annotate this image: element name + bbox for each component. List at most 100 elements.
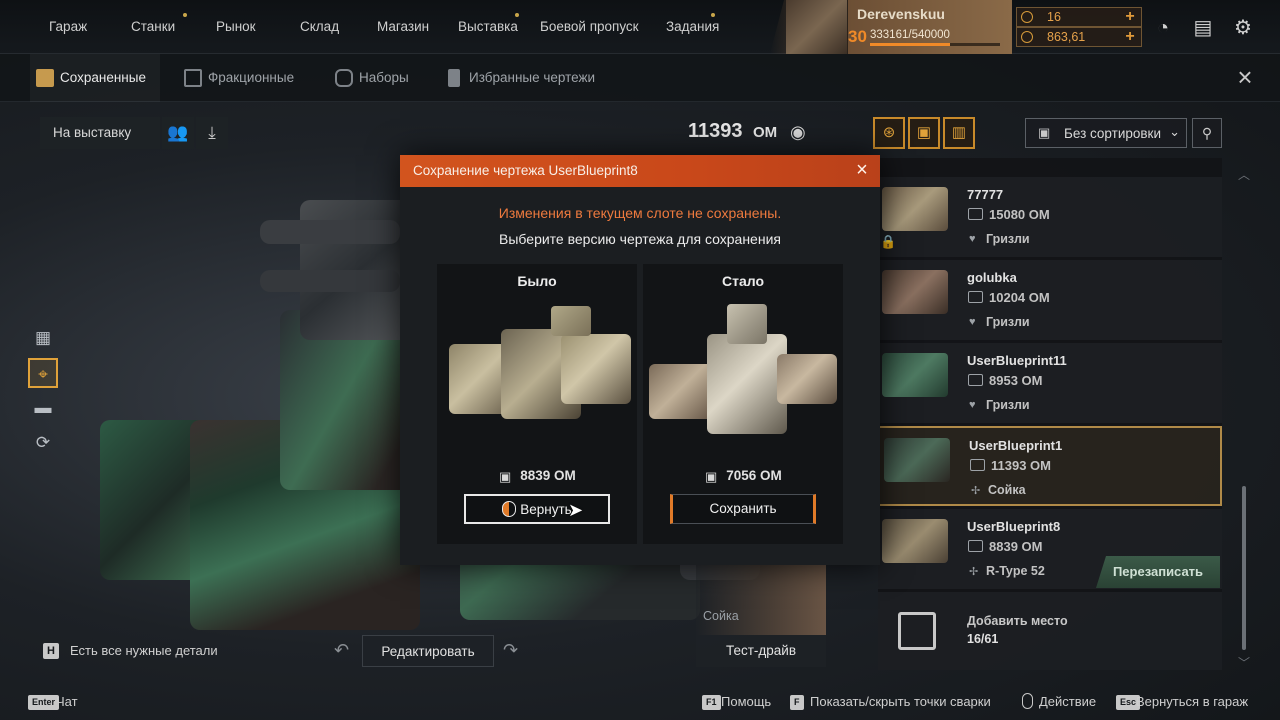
notification-dot [183, 13, 187, 17]
unsaved-warning: Изменения в текущем слоте не сохранены. [498, 205, 782, 221]
close-icon[interactable]: × [852, 160, 872, 180]
footer-chat[interactable]: Чат [56, 694, 78, 709]
blueprint-thumbnail [882, 187, 948, 231]
player-avatar [786, 0, 848, 54]
mouse-icon [502, 501, 517, 517]
cabin-icon: ✢ [969, 566, 979, 578]
bookmark-icon [448, 69, 460, 87]
player-level: 30 [848, 27, 867, 46]
blueprint-power: 11393 ОМ [991, 458, 1051, 473]
blueprint-cabin: Сойка [988, 483, 1026, 497]
after-title: Стало [721, 273, 764, 289]
add-coins-button[interactable]: + [1122, 9, 1138, 25]
blueprint-power: 15080 ОМ [989, 207, 1050, 222]
footer-toggle-weld-points[interactable]: Показать/скрыть точки сварки [810, 694, 991, 709]
grid-view-icon[interactable]: ▦ [28, 323, 58, 353]
nav-workbenches[interactable]: Станки [131, 19, 175, 34]
before-title: Было [517, 273, 557, 289]
blueprint-cabin: Гризли [986, 315, 1030, 329]
tab-label: Наборы [359, 70, 409, 85]
blueprint-thumbnail [882, 519, 948, 563]
nav-garage[interactable]: Гараж [49, 19, 87, 34]
share-icon[interactable]: 👥 [162, 117, 194, 149]
scrollbar-thumb[interactable] [1242, 486, 1246, 650]
notification-dot [711, 13, 715, 17]
add-slot-button[interactable]: Добавить место 16/61 [878, 592, 1222, 670]
parts-status: Есть все нужные детали [70, 643, 218, 658]
tab-saved[interactable]: Сохраненные [30, 54, 160, 102]
mouse-icon [1022, 693, 1033, 709]
save-blueprint-dialog: Сохранение чертежа UserBlueprint8 × Изме… [400, 155, 880, 565]
filter-icon[interactable]: ⚲ [1192, 118, 1222, 148]
vehicle-parts-icon[interactable]: ▬ [28, 393, 58, 423]
after-vehicle-image [647, 304, 839, 444]
blueprint-power: 10204 ОМ [989, 290, 1050, 305]
nav-challenges[interactable]: Задания [666, 19, 719, 34]
download-icon[interactable]: ⤓ [196, 117, 228, 149]
rotate-view-icon[interactable]: ⟳ [28, 428, 58, 458]
footer-help[interactable]: Помощь [721, 694, 771, 709]
tab-favorite-blueprints[interactable]: Избранные чертежи [439, 54, 595, 102]
eye-icon[interactable]: ◉ [790, 122, 818, 142]
nav-store[interactable]: Магазин [377, 19, 429, 34]
nav-storage[interactable]: Склад [300, 19, 339, 34]
car-icon [968, 374, 983, 386]
exhibit-button[interactable]: На выставку [40, 117, 160, 149]
nav-exhibition[interactable]: Выставка [458, 19, 518, 34]
xp-progress-bar [870, 43, 1000, 46]
badge-balance: 863,61 + [1016, 27, 1142, 47]
redo-icon[interactable]: ↷ [503, 640, 518, 661]
filter-truck-icon[interactable]: ▥ [943, 117, 975, 149]
speedometer-icon[interactable]: ◔ [1150, 15, 1176, 41]
close-icon[interactable]: × [1234, 64, 1256, 90]
scroll-up-icon[interactable]: ︿ [1238, 166, 1250, 183]
add-badges-button[interactable]: + [1122, 29, 1138, 45]
car-icon [968, 540, 983, 552]
blueprint-thumbnail [884, 438, 950, 482]
blueprint-card[interactable]: golubka 10204 ОМ ♥ Гризли [878, 260, 1222, 340]
blueprint-power: 8953 ОМ [989, 373, 1043, 388]
filter-hover-icon[interactable]: ⊛ [873, 117, 905, 149]
blueprint-card[interactable]: 77777 15080 ОМ ♥ Гризли [878, 177, 1222, 257]
coin-icon [1021, 11, 1033, 23]
hotkey-badge: Enter [28, 695, 60, 710]
blueprint-card[interactable]: UserBlueprint11 8953 ОМ ♥ Гризли [878, 343, 1222, 423]
coin-value: 16 [1047, 10, 1061, 24]
footer-action[interactable]: Действие [1039, 694, 1096, 709]
car-icon [968, 208, 983, 220]
sort-label: Без сортировки [1064, 126, 1161, 141]
faction-icon [184, 69, 202, 87]
revert-button[interactable]: Вернуть [464, 494, 610, 524]
coin-balance: 16 + [1016, 7, 1142, 27]
blueprint-card-selected[interactable]: UserBlueprint1 11393 ОМ ✢ Сойка [878, 426, 1222, 506]
weld-points-icon[interactable]: ⌖ [28, 358, 58, 388]
tab-kits[interactable]: Наборы [329, 54, 409, 102]
save-button[interactable]: Сохранить [670, 494, 816, 524]
cabin-icon: ♥ [969, 316, 976, 328]
scroll-down-icon[interactable]: ﹀ [1238, 654, 1250, 671]
chat-icon[interactable]: ▤ [1190, 15, 1216, 41]
blueprint-thumbnail [882, 353, 948, 397]
cabin-icon: ♥ [969, 399, 976, 411]
badge-icon [1021, 31, 1033, 43]
tab-faction[interactable]: Фракционные [178, 54, 294, 102]
hover-icon [968, 291, 983, 303]
filter-car-icon[interactable]: ▣ [908, 117, 940, 149]
dialog-title: Сохранение чертежа UserBlueprint8 [413, 163, 638, 178]
undo-icon[interactable]: ↶ [334, 640, 349, 661]
nav-market[interactable]: Рынок [216, 19, 256, 34]
edit-button[interactable]: Редактировать [362, 635, 494, 667]
blueprint-thumbnail [882, 270, 948, 314]
xp-progress-fill [870, 43, 951, 46]
footer-return-garage[interactable]: Вернуться в гараж [1136, 694, 1248, 709]
power-score: 11393 [688, 120, 743, 142]
nav-battle-pass[interactable]: Боевой пропуск [540, 19, 639, 34]
gear-icon[interactable]: ⚙ [1230, 15, 1256, 41]
chevron-down-icon: ⌄ [1169, 124, 1180, 139]
test-drive-button[interactable]: Тест-драйв [696, 635, 826, 667]
car-icon: ▣ [1038, 125, 1051, 140]
hotkey-badge: F1 [702, 695, 721, 710]
overwrite-button[interactable]: Перезаписать [1096, 556, 1220, 588]
sort-dropdown[interactable]: ▣ Без сортировки ⌄ [1025, 118, 1187, 148]
dialog-header: Сохранение чертежа UserBlueprint8 × [400, 155, 880, 187]
